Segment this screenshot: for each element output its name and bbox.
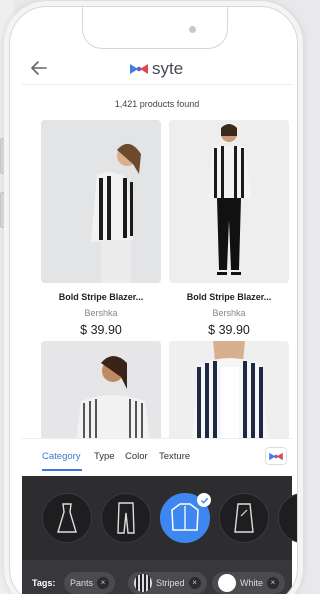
active-tab-indicator xyxy=(42,469,82,471)
bowtie-logo-icon xyxy=(130,64,148,74)
stripe-swatch-icon xyxy=(134,574,152,592)
app-header: syte xyxy=(22,53,292,85)
product-card[interactable]: Bold Stripe Blazer... Bershka $ 39.90 xyxy=(41,120,161,337)
tags-bar: Tags: Pants × Striped × White × xyxy=(22,560,292,594)
white-swatch-icon xyxy=(218,574,236,592)
tag-chip-pants[interactable]: Pants × xyxy=(64,572,116,594)
brand-logo: syte xyxy=(130,58,183,80)
product-brand: Bershka xyxy=(212,308,246,318)
phone-side-button xyxy=(0,192,8,228)
product-price: $ 39.90 xyxy=(208,323,250,337)
tab-texture[interactable]: Texture xyxy=(159,451,190,462)
phone-side-button xyxy=(0,138,8,174)
product-card[interactable] xyxy=(169,341,289,451)
skirt-icon xyxy=(234,503,254,533)
product-image[interactable] xyxy=(41,120,161,283)
app-screen: syte 1,421 products found Bold Stripe Bl… xyxy=(22,15,297,594)
results-count: 1,421 products found xyxy=(114,99,200,109)
category-dress[interactable] xyxy=(42,493,92,543)
phone-notch xyxy=(82,7,228,49)
product-image[interactable] xyxy=(41,341,161,451)
bowtie-logo-icon xyxy=(269,452,283,460)
product-image[interactable] xyxy=(169,120,289,283)
tags-label: Tags: xyxy=(32,578,56,588)
camera-icon xyxy=(189,26,196,33)
tag-chip-label: Striped xyxy=(156,578,185,588)
syte-camera-button[interactable] xyxy=(265,447,287,465)
category-pants[interactable] xyxy=(101,493,151,543)
tab-color[interactable]: Color xyxy=(125,451,148,462)
dress-icon xyxy=(57,503,77,533)
tab-type[interactable]: Type xyxy=(94,451,115,462)
selected-check-icon xyxy=(197,493,211,507)
product-brand: Bershka xyxy=(84,308,118,318)
phone-frame: syte 1,421 products found Bold Stripe Bl… xyxy=(9,6,298,594)
close-icon[interactable]: × xyxy=(97,577,110,589)
brand-name: syte xyxy=(152,59,184,78)
tag-chip-white[interactable]: White × xyxy=(212,572,286,594)
pants-icon xyxy=(117,502,135,534)
product-card[interactable]: Bold Stripe Blazer... Bershka $ 39.90 xyxy=(169,120,289,337)
category-skirt[interactable] xyxy=(219,493,269,543)
tag-chip-label: White xyxy=(240,578,264,588)
tab-category[interactable]: Category xyxy=(42,451,81,462)
back-arrow-icon[interactable] xyxy=(30,60,48,76)
tag-chip-striped[interactable]: Striped × xyxy=(128,572,207,594)
product-name[interactable]: Bold Stripe Blazer... xyxy=(169,292,289,302)
category-more[interactable] xyxy=(278,493,297,543)
product-price: $ 39.90 xyxy=(80,323,122,337)
product-name[interactable]: Bold Stripe Blazer... xyxy=(41,292,161,302)
category-carousel[interactable] xyxy=(22,476,297,560)
product-card[interactable] xyxy=(41,341,161,451)
filter-tabs: Category Type Color Texture xyxy=(22,438,292,476)
jacket-icon xyxy=(171,503,199,531)
close-icon[interactable]: × xyxy=(267,577,280,589)
close-icon[interactable]: × xyxy=(188,577,201,589)
product-image[interactable] xyxy=(169,341,289,451)
tag-chip-label: Pants xyxy=(70,578,94,588)
